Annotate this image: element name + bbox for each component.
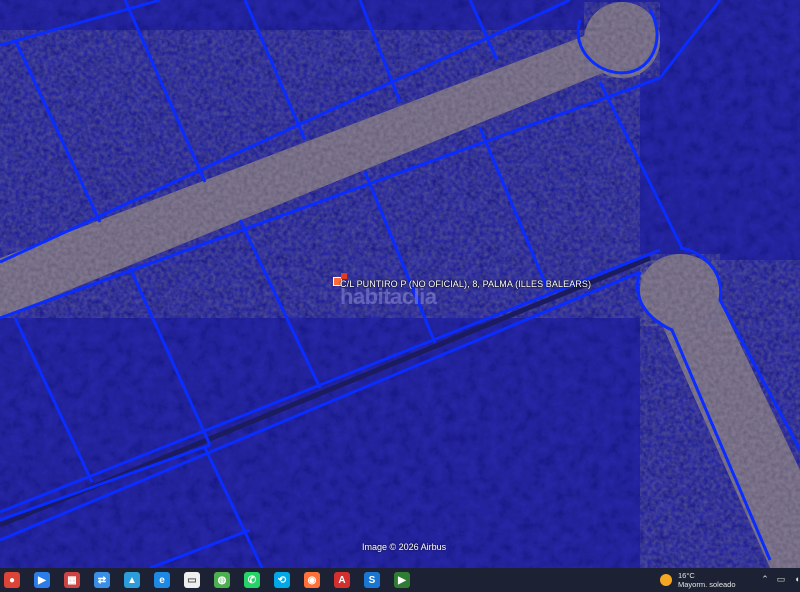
- whatsapp-icon[interactable]: ✆: [244, 572, 260, 588]
- network-icon[interactable]: ⇄: [94, 572, 110, 588]
- document-icon[interactable]: ▭: [184, 572, 200, 588]
- edge-icon[interactable]: e: [154, 572, 170, 588]
- location-label: C/L PUNTIRO P (NO OFICIAL), 8, PALMA (IL…: [340, 279, 592, 289]
- globe-icon[interactable]: ◍: [214, 572, 230, 588]
- media-icon[interactable]: ▶: [34, 572, 50, 588]
- speaker-icon[interactable]: ◖: [790, 572, 800, 586]
- chrome-icon[interactable]: ●: [4, 572, 20, 588]
- spreadsheet-icon[interactable]: ▶: [394, 572, 410, 588]
- sun-icon: [660, 574, 672, 586]
- teamviewer-icon[interactable]: ⟲: [274, 572, 290, 588]
- photos-icon[interactable]: ▲: [124, 572, 140, 588]
- acrobat-icon[interactable]: A: [334, 572, 350, 588]
- weather-condition: Mayorm. soleado: [678, 580, 736, 589]
- folder-slides-icon[interactable]: ▦: [64, 572, 80, 588]
- image-attribution: Image © 2026 Airbus: [362, 542, 447, 552]
- satellite-map[interactable]: habitaclia C/L PUNTIRO P (NO OFICIAL), 8…: [0, 0, 800, 568]
- system-tray: ⌃ ▭ ◖: [756, 572, 800, 586]
- firefox-icon[interactable]: ◉: [304, 572, 320, 588]
- display-icon[interactable]: ▭: [774, 572, 788, 586]
- weather-widget[interactable]: 16°C Mayorm. soleado: [660, 571, 736, 589]
- chevron-up-icon[interactable]: ⌃: [758, 572, 772, 586]
- sync-icon[interactable]: S: [364, 572, 380, 588]
- weather-temperature: 16°C: [678, 571, 695, 580]
